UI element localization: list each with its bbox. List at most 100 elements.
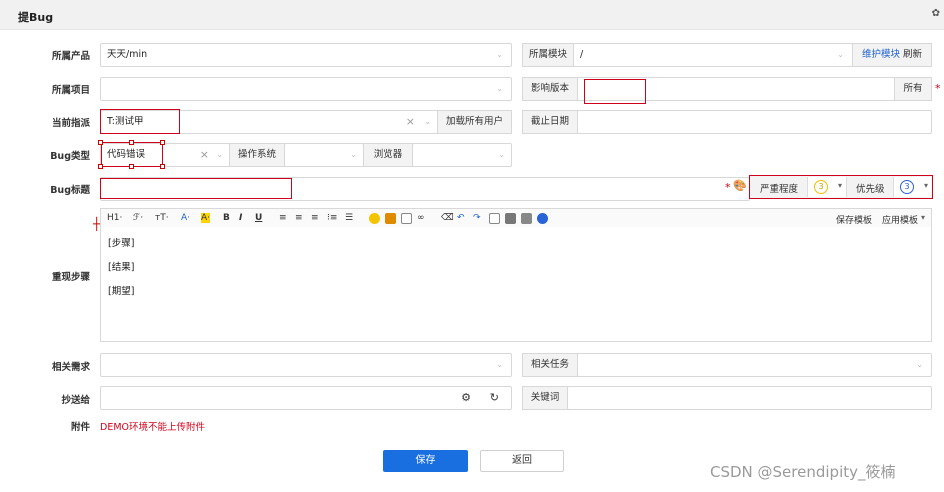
resize-handle [160, 164, 165, 169]
editor-line: [期望] [108, 286, 135, 297]
resize-handle [129, 140, 134, 145]
severity-value: 3 [814, 180, 828, 194]
files-label: 附件 [70, 422, 90, 433]
page-title: 提Bug [18, 11, 54, 24]
story-label: 相关需求 [51, 362, 90, 373]
apply-template-button[interactable]: 应用模板 [882, 213, 918, 226]
chevron-down-icon: ⌄ [496, 360, 503, 369]
image-icon[interactable] [385, 213, 396, 224]
caret-down-icon: ▾ [923, 181, 928, 190]
eraser-icon[interactable]: ⌫ [441, 213, 454, 223]
bold-button[interactable]: B [223, 213, 230, 223]
chevron-down-icon: ⌄ [916, 360, 923, 369]
priority-select[interactable]: 3 ▾ [893, 177, 931, 197]
mailto-label: 抄送给 [61, 395, 90, 406]
keywords-input[interactable] [567, 386, 932, 410]
product-value: 天天/min [107, 49, 148, 60]
project-label: 所属项目 [51, 85, 90, 96]
watermark: CSDN @Serendipity_筱楠 [710, 463, 896, 481]
gear-icon[interactable]: ⚙ [461, 387, 471, 409]
editor-line: [步骤] [108, 238, 135, 249]
media-icon[interactable] [401, 213, 412, 224]
save-template-button[interactable]: 保存模板 [836, 213, 872, 226]
editor-toolbar: H1· ℱ· тT· A· A· B I U ≡ ≡ ≡ ⁝≡ ☰ ∞ ⌫ ↶ … [100, 208, 932, 228]
chevron-down-icon: ⌄ [496, 84, 503, 93]
module-label: 所属模块 [522, 43, 574, 67]
deadline-label: 截止日期 [522, 110, 578, 134]
product-label: 所属产品 [51, 51, 90, 62]
save-button[interactable]: 保存 [383, 450, 468, 472]
task-select[interactable]: ⌄ [577, 353, 932, 377]
ordered-list-icon[interactable]: ⁝≡ [327, 213, 337, 223]
clear-icon[interactable]: × [406, 111, 415, 133]
palette-icon[interactable]: 🎨 [733, 179, 747, 192]
severity-select[interactable]: 3 ▾ [807, 177, 847, 197]
source-icon[interactable] [505, 213, 516, 224]
editor-line: [结果] [108, 262, 135, 273]
font-family-button[interactable]: ℱ· [133, 213, 143, 223]
caret-down-icon: ▾ [921, 213, 926, 222]
os-select[interactable]: ⌄ [284, 143, 364, 167]
font-color-button[interactable]: A· [181, 213, 190, 223]
chevron-down-icon: ⌄ [498, 150, 505, 159]
gear-icon[interactable]: ✿ [932, 8, 940, 19]
steps-label: 重现步骤 [51, 272, 90, 283]
required-mark: * [935, 82, 941, 95]
files-notice: DEMO环境不能上传附件 [100, 422, 205, 433]
resize-handle [98, 164, 103, 169]
redo-icon[interactable]: ↷ [473, 213, 481, 223]
align-right-icon[interactable]: ≡ [311, 213, 319, 223]
font-size-button[interactable]: тT· [155, 213, 169, 223]
align-center-icon[interactable]: ≡ [295, 213, 303, 223]
chevron-down-icon: ⌄ [496, 50, 503, 59]
heading-button[interactable]: H1· [107, 213, 122, 223]
deadline-input[interactable] [577, 110, 932, 134]
type-label: Bug类型 [50, 151, 90, 162]
refresh-module-link[interactable]: 刷新 [903, 49, 922, 60]
emoji-icon[interactable] [369, 213, 380, 224]
project-select[interactable]: ⌄ [100, 77, 512, 101]
mailto-select[interactable]: ⚙ ↻ [100, 386, 512, 410]
link-icon[interactable]: ∞ [417, 213, 425, 223]
chevron-down-icon: ⌄ [424, 117, 431, 126]
unordered-list-icon[interactable]: ☰ [345, 213, 353, 223]
product-select[interactable]: 天天/min ⌄ [100, 43, 512, 67]
all-builds-button[interactable]: 所有 [894, 77, 932, 101]
underline-button[interactable]: U [255, 213, 262, 223]
chevron-down-icon: ⌄ [216, 150, 223, 159]
back-button[interactable]: 返回 [480, 450, 564, 472]
resize-handle [160, 140, 165, 145]
priority-label: 优先级 [856, 184, 885, 195]
refresh-icon[interactable]: ↻ [490, 387, 499, 409]
italic-button[interactable]: I [239, 213, 242, 223]
module-value: / [580, 49, 584, 60]
browser-label: 浏览器 [363, 143, 413, 167]
module-select[interactable]: / ⌄ [573, 43, 853, 67]
severity-label: 严重程度 [760, 184, 799, 195]
steps-editor[interactable]: [步骤] [结果] [期望] [100, 227, 932, 342]
maintain-module-link[interactable]: 维护模块 [862, 49, 900, 60]
browser-select[interactable]: ⌄ [412, 143, 512, 167]
assign-label: 当前指派 [51, 118, 90, 129]
chevron-down-icon: ⌄ [350, 150, 357, 159]
load-all-users-button[interactable]: 加载所有用户 [437, 110, 512, 134]
required-mark: * [725, 181, 731, 194]
resize-handle [129, 164, 134, 169]
fullscreen-icon[interactable] [489, 213, 500, 224]
os-label: 操作系统 [229, 143, 285, 167]
bg-color-button[interactable]: A· [201, 213, 211, 223]
align-left-icon[interactable]: ≡ [279, 213, 287, 223]
task-label: 相关任务 [522, 353, 578, 377]
priority-value: 3 [900, 180, 914, 194]
resize-handle [98, 140, 103, 145]
clear-icon[interactable]: × [200, 144, 209, 166]
annotation-box [100, 178, 292, 199]
help-icon[interactable] [537, 213, 548, 224]
caret-down-icon: ▾ [837, 181, 842, 190]
undo-icon[interactable]: ↶ [457, 213, 465, 223]
page-header [0, 0, 944, 30]
paste-icon[interactable] [521, 213, 532, 224]
story-select[interactable]: ⌄ [100, 353, 512, 377]
annotation-box [100, 109, 180, 134]
title-label: Bug标题 [50, 185, 90, 196]
